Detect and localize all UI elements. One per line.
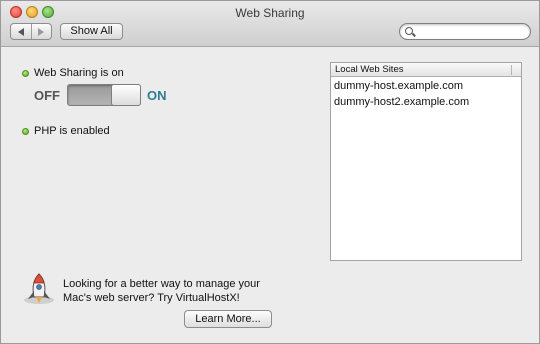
forward-button[interactable] [32,24,52,39]
search-field[interactable] [399,23,531,40]
chevron-right-icon [38,27,45,36]
web-sharing-status-label: Web Sharing is on [34,67,124,79]
search-icon [405,27,413,35]
toggle-knob[interactable] [111,84,141,106]
promo-line-1: Looking for a better way to manage your [63,278,260,290]
learn-more-button[interactable]: Learn More... [184,310,272,328]
promo-line-2: Mac's web server? Try VirtualHostX! [63,292,240,304]
switch-off-label: OFF [34,88,60,103]
search-input[interactable] [418,25,523,38]
preferences-window: Web Sharing Show All Web Sharing is on O… [0,0,540,344]
show-all-button[interactable]: Show All [60,23,123,40]
list-item[interactable]: dummy-host.example.com [331,79,521,93]
local-web-sites-header[interactable]: Local Web Sites [331,63,521,77]
local-web-sites-list[interactable]: Local Web Sites dummy-host.example.com d… [330,62,522,261]
php-status: PHP is enabled [22,125,110,137]
switch-on-label: ON [147,88,167,103]
rocket-icon [24,273,54,304]
window-title: Web Sharing [235,6,305,20]
back-button[interactable] [11,24,32,39]
status-on-indicator-icon [22,69,29,77]
php-status-label: PHP is enabled [34,125,110,137]
promo-text: Looking for a better way to manage your … [63,277,293,305]
web-sharing-toggle[interactable] [67,84,141,106]
web-sharing-status: Web Sharing is on [22,67,124,79]
php-indicator-icon [22,127,29,135]
title-toolbar: Web Sharing Show All [1,1,539,47]
back-forward-control [10,23,52,40]
chevron-left-icon [17,27,24,36]
list-item[interactable]: dummy-host2.example.com [331,95,521,109]
